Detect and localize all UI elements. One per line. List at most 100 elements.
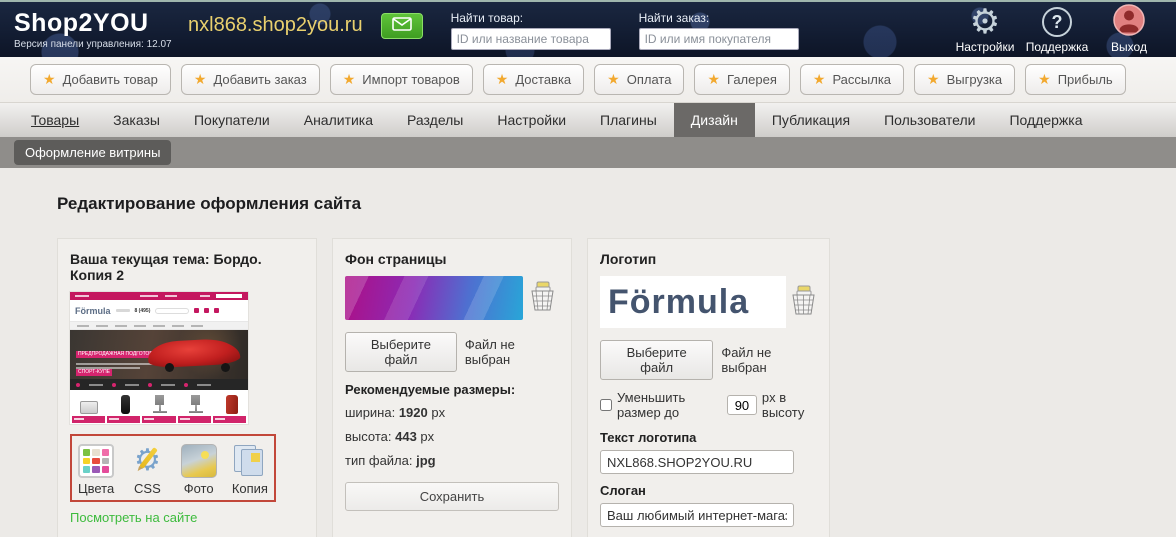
spec-filetype: тип файла: jpg <box>345 453 436 468</box>
mailing-button[interactable]: ★ Рассылка <box>799 64 905 95</box>
star-icon: ★ <box>607 71 620 87</box>
tab-support[interactable]: Поддержка <box>992 103 1099 137</box>
add-product-button[interactable]: ★ Добавить товар <box>30 64 171 95</box>
support-label: Поддержка <box>1025 40 1089 54</box>
view-on-site-link[interactable]: Посмотреть на сайте <box>70 510 197 525</box>
mailing-label: Рассылка <box>832 72 892 87</box>
tab-plugins[interactable]: Плагины <box>583 103 674 137</box>
preview-benefits-strip <box>70 379 248 390</box>
shop-domain-link[interactable]: nxl868.shop2you.ru <box>188 14 363 37</box>
star-icon: ★ <box>707 71 721 87</box>
tab-design[interactable]: Дизайн <box>673 103 755 137</box>
export-button[interactable]: ★ Выгрузка <box>914 64 1016 95</box>
star-icon: ★ <box>1038 71 1051 87</box>
page-background-panel: Фон страницы Выберите файл Файл не выбра… <box>332 238 572 537</box>
app-logo: Shop2YOU <box>14 9 149 37</box>
exit-button[interactable]: Выход <box>1096 3 1162 54</box>
mail-button[interactable] <box>380 12 423 39</box>
order-search-label: Найти заказ: <box>638 11 710 25</box>
background-image-preview <box>345 276 523 320</box>
preview-search-box <box>155 307 190 314</box>
slogan-input[interactable] <box>600 503 794 527</box>
trash-icon[interactable] <box>529 281 556 316</box>
tab-settings[interactable]: Настройки <box>480 103 583 137</box>
background-choose-file-button[interactable]: Выберите файл <box>345 332 457 372</box>
palette-icon <box>78 444 115 478</box>
gallery-button[interactable]: ★ Галерея <box>694 64 790 95</box>
star-icon: ★ <box>342 71 356 87</box>
payment-label: Оплата <box>626 72 672 87</box>
preview-site-logo: Förmula <box>75 305 111 316</box>
tab-analytics[interactable]: Аналитика <box>287 103 390 137</box>
payment-button[interactable]: ★ Оплата <box>594 64 685 95</box>
theme-tool-css[interactable]: ⚙ CSS <box>129 444 165 496</box>
star-icon: ★ <box>927 71 940 87</box>
logo-text-label: Текст логотипа <box>600 430 697 445</box>
tab-publication[interactable]: Публикация <box>755 103 867 137</box>
background-file-status: Файл не выбран <box>464 337 515 367</box>
main-tabs: Товары Заказы Покупатели Аналитика Разде… <box>0 103 1176 137</box>
resize-label-after: px в высоту <box>761 390 805 420</box>
star-icon: ★ <box>193 71 207 87</box>
preview-caption: Лидеры продаж <box>70 423 248 424</box>
tab-sections[interactable]: Разделы <box>390 103 480 137</box>
quick-actions-toolbar: ★ Добавить товар ★ Добавить заказ ★ Импорт … <box>0 57 1176 103</box>
trash-icon[interactable] <box>790 285 817 320</box>
export-label: Выгрузка <box>946 72 1003 87</box>
logo-panel-title: Логотип <box>600 251 657 267</box>
import-products-label: Импорт товаров <box>362 72 460 87</box>
resize-checkbox[interactable] <box>600 399 612 411</box>
import-products-button[interactable]: ★ Импорт товаров <box>329 64 473 95</box>
app-root: Shop2YOU Версия панели управления: 12.07… <box>0 0 1176 537</box>
tab-customers[interactable]: Покупатели <box>177 103 287 137</box>
theme-preview-image[interactable]: Förmula 8 (495) ПРЕДПРОДАЖНАЯ ПОДГОТОВКА… <box>70 292 248 424</box>
theme-tool-colors[interactable]: Цвета <box>78 444 114 496</box>
theme-tool-copy[interactable]: Копия <box>232 444 268 496</box>
preview-banner: ПРЕДПРОДАЖНАЯ ПОДГОТОВКА СПОРТ-КУПЕ <box>70 330 248 379</box>
delivery-button[interactable]: ★ Доставка <box>482 64 585 95</box>
product-search-group: Найти товар: <box>450 11 611 50</box>
settings-label: Настройки <box>955 40 1015 54</box>
question-icon: ? <box>1042 7 1072 37</box>
envelope-icon <box>391 17 412 34</box>
gear-pencil-icon: ⚙ <box>129 444 165 478</box>
preview-product-chair <box>152 395 167 414</box>
preview-product-bag <box>226 395 238 414</box>
panels-row: Ваша текущая тема: Бордо. Копия 2 Förmul… <box>57 238 1176 537</box>
preview-product-chair <box>189 395 204 414</box>
add-order-button[interactable]: ★ Добавить заказ <box>180 64 320 95</box>
product-search-input[interactable] <box>450 28 611 50</box>
order-search-input[interactable] <box>638 28 799 50</box>
preview-product-microwave <box>80 401 98 414</box>
profit-button[interactable]: ★ Прибыль <box>1025 64 1126 95</box>
subtab-storefront-design[interactable]: Оформление витрины <box>14 140 172 165</box>
delivery-label: Доставка <box>515 72 572 87</box>
star-icon: ★ <box>812 71 826 87</box>
preview-topbar <box>70 292 248 300</box>
preview-header: Förmula 8 (495) <box>70 300 248 321</box>
star-icon: ★ <box>495 71 509 87</box>
tab-products[interactable]: Товары <box>14 103 96 137</box>
resize-height-input[interactable] <box>726 395 757 415</box>
gallery-label: Галерея <box>727 72 777 87</box>
preview-product-speaker <box>120 395 130 414</box>
brand-block: Shop2YOU Версия панели управления: 12.07 <box>14 9 182 50</box>
logo-choose-file-button[interactable]: Выберите файл <box>600 340 714 380</box>
theme-panel-title: Ваша текущая тема: Бордо. Копия 2 <box>70 251 262 283</box>
settings-button[interactable]: ⚙ Настройки <box>952 5 1018 54</box>
preview-price-bars <box>70 416 248 423</box>
spec-width: ширина: 1920 px <box>345 405 446 420</box>
user-icon <box>1113 3 1145 41</box>
support-button[interactable]: ? Поддержка <box>1024 5 1090 54</box>
save-background-button[interactable]: Сохранить <box>345 482 559 511</box>
current-theme-panel: Ваша текущая тема: Бордо. Копия 2 Förmul… <box>57 238 317 537</box>
resize-label-before: Уменьшить размер до <box>617 390 686 420</box>
tab-orders[interactable]: Заказы <box>96 103 177 137</box>
theme-tool-photo[interactable]: Фото <box>180 444 217 496</box>
logo-text-input[interactable] <box>600 450 794 474</box>
product-search-label: Найти товар: <box>450 11 524 25</box>
top-header: Shop2YOU Версия панели управления: 12.07… <box>0 0 1176 57</box>
panel-version: Версия панели управления: 12.07 <box>14 39 172 50</box>
page-title: Редактирование оформления сайта <box>57 194 362 213</box>
tab-users[interactable]: Пользователи <box>867 103 992 137</box>
